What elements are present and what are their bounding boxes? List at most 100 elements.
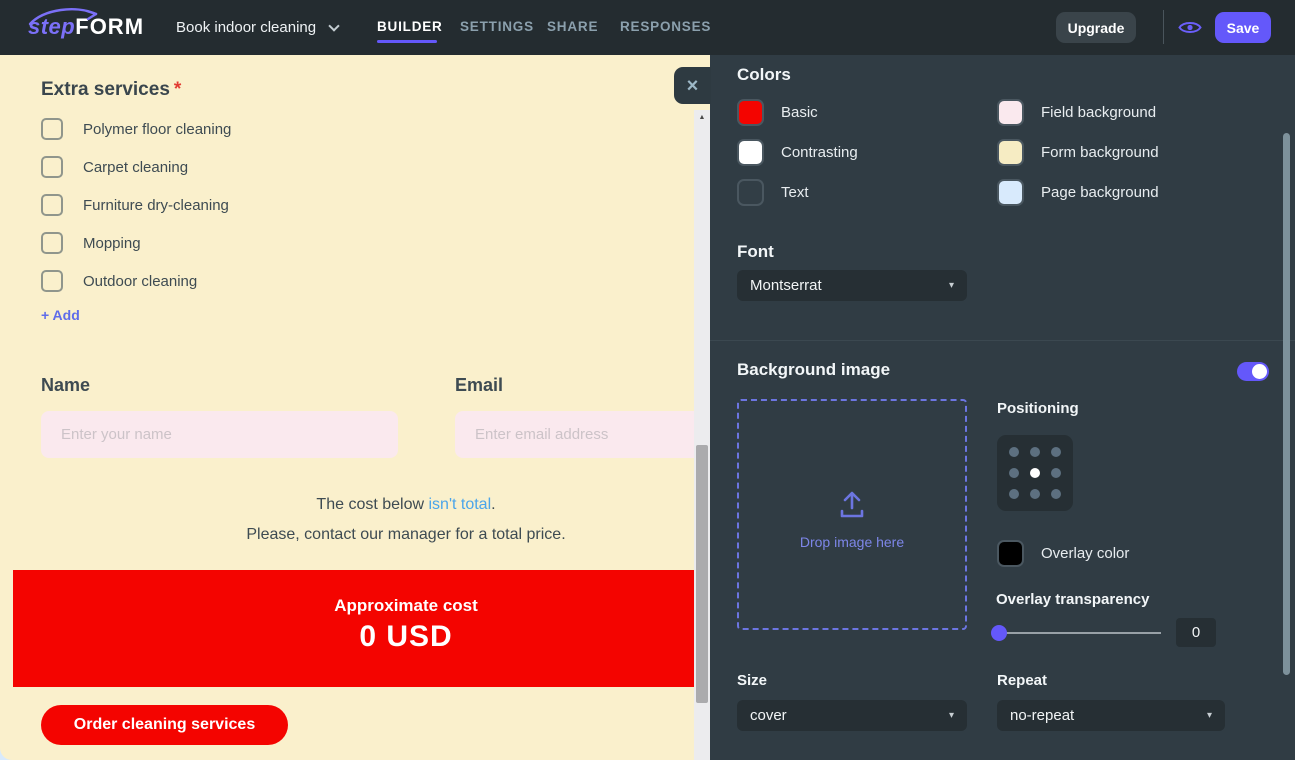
color-label-field-background: Field background	[1041, 104, 1157, 121]
style-settings-panel: Colors Basic Contrasting Text Field back…	[710, 55, 1295, 760]
logo-arc-icon	[28, 8, 98, 26]
checkbox[interactable]	[41, 232, 63, 254]
overlay-transparency-label: Overlay transparency	[996, 591, 1150, 608]
preview-scrollbar-thumb[interactable]	[696, 445, 708, 703]
checkbox-row[interactable]: Mopping	[41, 231, 141, 255]
email-input[interactable]	[455, 411, 710, 458]
chevron-down-icon	[328, 19, 340, 32]
repeat-dropdown-value: no-repeat	[1010, 707, 1075, 724]
position-dot-top-left[interactable]	[1008, 446, 1019, 457]
checkbox-label: Furniture dry-cleaning	[83, 196, 229, 214]
name-label: Name	[41, 375, 91, 395]
checkbox-row[interactable]: Furniture dry-cleaning	[41, 193, 229, 217]
app: stepFORM Book indoor cleaning BUILDER SE…	[0, 0, 1295, 760]
drop-zone-label: Drop image here	[799, 534, 905, 550]
color-swatch-text[interactable]	[737, 179, 764, 206]
preview-scrollbar[interactable]: ▲	[694, 110, 710, 760]
image-drop-zone[interactable]: Drop image here	[737, 399, 967, 630]
preview-eye-icon[interactable]	[1178, 19, 1202, 41]
checkbox-label: Mopping	[83, 234, 141, 252]
position-dot-bottom-left[interactable]	[1008, 489, 1019, 500]
colors-section-title: Colors	[737, 65, 791, 84]
section-divider	[710, 340, 1295, 341]
cost-note-line1: The cost below isn't total.	[13, 496, 710, 514]
position-dot-center-selected[interactable]	[1029, 467, 1040, 478]
panel-scrollbar-thumb[interactable]	[1283, 133, 1290, 675]
overlay-color-label: Overlay color	[1041, 545, 1130, 562]
name-input[interactable]	[41, 411, 398, 458]
tab-builder[interactable]: BUILDER	[377, 19, 443, 34]
color-swatch-basic[interactable]	[737, 99, 764, 126]
color-swatch-page-background[interactable]	[997, 179, 1024, 206]
checkbox-label: Carpet cleaning	[83, 158, 189, 176]
cost-note-link[interactable]: isn't total	[428, 496, 491, 513]
extra-services-heading: Extra services *	[41, 79, 181, 101]
cost-note-line2: Please, contact our manager for a total …	[246, 526, 566, 543]
cost-note-suffix: .	[491, 496, 496, 513]
font-dropdown-value: Montserrat	[750, 277, 822, 294]
position-dot-middle-left[interactable]	[1008, 467, 1019, 478]
checkbox-label: Polymer floor cleaning	[83, 120, 232, 138]
tab-responses[interactable]: RESPONSES	[620, 19, 711, 34]
color-label-page-background: Page background	[1041, 184, 1159, 201]
color-swatch-form-background[interactable]	[997, 139, 1024, 166]
color-label-basic: Basic	[781, 104, 818, 121]
transparency-slider-track[interactable]	[996, 632, 1161, 634]
checkbox[interactable]	[41, 156, 63, 178]
caret-down-icon: ▾	[948, 710, 954, 721]
checkbox[interactable]	[41, 270, 63, 292]
add-option-link[interactable]: + Add	[41, 307, 80, 323]
font-dropdown[interactable]: Montserrat ▾	[737, 270, 967, 301]
transparency-value-box[interactable]: 0	[1176, 618, 1216, 647]
color-label-contrasting: Contrasting	[781, 144, 858, 161]
save-button[interactable]: Save	[1215, 12, 1271, 43]
active-tab-underline	[377, 40, 437, 43]
navbar-divider	[1163, 10, 1164, 44]
position-dot-top-center[interactable]	[1029, 446, 1040, 457]
position-dot-bottom-center[interactable]	[1029, 489, 1040, 500]
position-dot-middle-right[interactable]	[1051, 467, 1062, 478]
font-section-title: Font	[737, 242, 774, 261]
tab-settings[interactable]: SETTINGS	[460, 19, 534, 34]
close-panel-button[interactable]: ×	[674, 67, 711, 104]
checkbox-row[interactable]: Outdoor cleaning	[41, 269, 197, 293]
checkbox[interactable]	[41, 118, 63, 140]
color-label-text: Text	[781, 184, 809, 201]
color-swatch-contrasting[interactable]	[737, 139, 764, 166]
overlay-color-swatch[interactable]	[997, 540, 1024, 567]
scroll-up-arrow-icon[interactable]: ▲	[694, 110, 710, 125]
order-submit-button[interactable]: Order cleaning services	[41, 705, 288, 745]
checkbox-row[interactable]: Polymer floor cleaning	[41, 117, 231, 141]
color-label-form-background: Form background	[1041, 144, 1159, 161]
cost-note-prefix: The cost below	[316, 496, 429, 513]
approximate-cost-banner: Approximate cost 0 USD	[13, 570, 710, 687]
top-navbar: stepFORM Book indoor cleaning BUILDER SE…	[0, 0, 1295, 55]
transparency-slider-knob[interactable]	[991, 625, 1007, 641]
tab-share[interactable]: SHARE	[547, 19, 598, 34]
repeat-label: Repeat	[997, 672, 1048, 689]
form-selector-dropdown[interactable]: Book indoor cleaning	[176, 0, 340, 55]
checkbox-label: Outdoor cleaning	[83, 272, 198, 290]
checkbox-row[interactable]: Carpet cleaning	[41, 155, 188, 179]
required-asterisk: *	[173, 79, 182, 100]
background-image-section-title: Background image	[737, 360, 891, 379]
form-content: Extra services * Polymer floor cleaning C…	[0, 55, 710, 760]
background-image-toggle[interactable]	[1237, 362, 1269, 381]
cost-banner-title: Approximate cost	[334, 596, 478, 615]
cost-banner-value: 0 USD	[359, 620, 453, 653]
extra-services-label: Extra services	[41, 79, 170, 100]
checkbox[interactable]	[41, 194, 63, 216]
position-dot-top-right[interactable]	[1051, 446, 1062, 457]
close-icon: ×	[686, 74, 699, 97]
caret-down-icon: ▾	[948, 280, 954, 291]
upgrade-button[interactable]: Upgrade	[1056, 12, 1136, 43]
positioning-grid	[997, 435, 1073, 511]
repeat-dropdown[interactable]: no-repeat ▾	[997, 700, 1225, 731]
size-dropdown[interactable]: cover ▾	[737, 700, 967, 731]
size-label: Size	[737, 672, 768, 689]
caret-down-icon: ▾	[1206, 710, 1212, 721]
position-dot-bottom-right[interactable]	[1051, 489, 1062, 500]
logo: stepFORM	[28, 8, 144, 44]
drop-zone-content: Drop image here	[739, 489, 965, 550]
color-swatch-field-background[interactable]	[997, 99, 1024, 126]
